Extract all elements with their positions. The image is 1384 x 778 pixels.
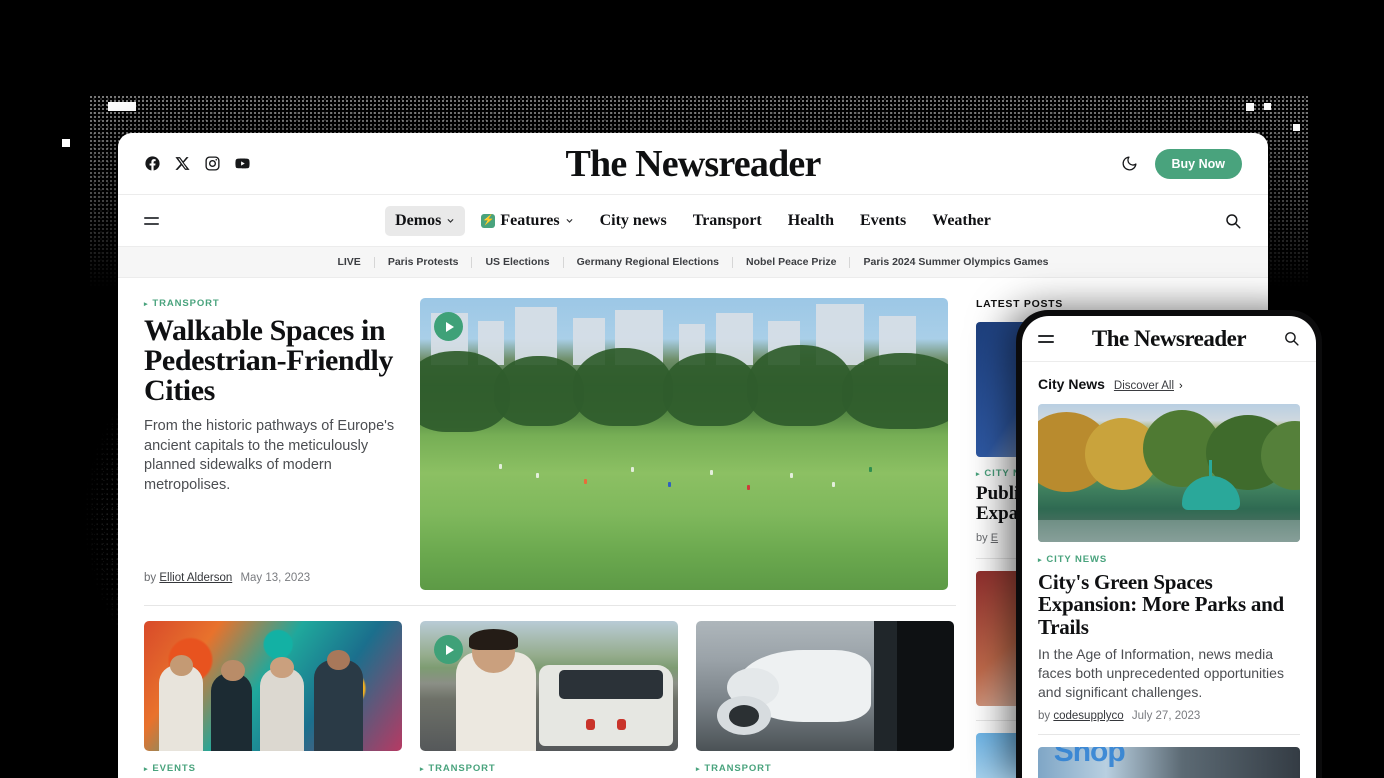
author-link[interactable]: Elliot Alderson [159,572,232,584]
bolt-icon: ⚡ [481,213,496,228]
publish-date: May 13, 2023 [240,572,311,584]
phone-header: The Newsreader [1022,316,1316,362]
author-link[interactable]: codesupplyco [1053,710,1123,722]
nav-item-demos[interactable]: Demos [385,205,466,236]
author-link[interactable]: E [991,532,998,544]
phone-article-title[interactable]: City's Green Spaces Expansion: More Park… [1038,571,1300,639]
card-image[interactable] [144,621,402,751]
hero-text: Transport Walkable Spaces in Pedestrian-… [144,298,402,590]
card-category[interactable]: Transport [696,763,954,774]
noise-block [1246,103,1254,111]
nav-item-events[interactable]: Events [850,206,916,236]
article-card[interactable]: Transport Cities Tackling Traffic [696,621,954,778]
search-icon[interactable] [1224,212,1242,230]
nav-item-transport[interactable]: Transport [683,206,772,236]
phone-mockup: The Newsreader City News Discover All › [1016,310,1322,778]
nav-item-health[interactable]: Health [778,206,844,236]
by-prefix: by [976,531,988,544]
phone-article-category[interactable]: City News [1038,554,1300,565]
phone-section-row: City News Discover All › [1038,376,1300,392]
hero-title[interactable]: Walkable Spaces in Pedestrian-Friendly C… [144,316,402,406]
nav-item-features[interactable]: ⚡ Features [471,206,583,236]
hero-article: Transport Walkable Spaces in Pedestrian-… [144,298,956,590]
chevron-right-icon: › [1179,380,1183,392]
card-image[interactable] [696,621,954,751]
phone-article-image[interactable] [1038,404,1300,542]
card-image[interactable] [420,621,678,751]
site-logo: The Newsreader [565,142,821,185]
hero-image[interactable] [420,298,948,590]
decorative-text: Shop [1053,747,1126,769]
phone-screen: The Newsreader City News Discover All › [1022,316,1316,778]
hamburger-icon[interactable] [144,216,159,225]
publish-date: July 27, 2023 [1131,710,1201,723]
nav-label: Demos [395,211,442,229]
by-prefix: by [144,572,157,584]
main-navbar: Demos ⚡ Features City news Transport Hea… [118,195,1268,247]
by-prefix: by [1038,710,1051,723]
news-ticker: LIVE Paris Protests US Elections Germany… [118,247,1268,278]
instagram-icon[interactable] [204,155,221,172]
hero-excerpt: From the historic pathways of Europe's a… [144,418,395,494]
phone-logo: The Newsreader [1091,325,1247,351]
nav-label: Features [500,211,560,229]
site-topbar: The Newsreader Buy Now [118,133,1268,195]
phone-article-excerpt: In the Age of Information, news media fa… [1038,646,1284,700]
phone-article-byline: by codesupplyco July 27, 2023 [1038,710,1300,722]
phone-next-article-image[interactable]: Shop [1038,747,1300,778]
card-category[interactable]: Events [144,763,402,774]
moon-icon[interactable] [1121,155,1138,172]
sidebar-heading: Latest Posts [976,298,1063,310]
nav-item-city-news[interactable]: City news [590,206,677,236]
article-card-row: Events New Gadgets This Weekend [144,606,956,778]
youtube-icon[interactable] [234,155,251,172]
play-icon[interactable] [434,635,463,664]
ticker-item[interactable]: Paris 2024 Summer Olympics Games [850,256,1061,268]
ticker-item[interactable]: Paris Protests [375,256,472,268]
main-column: Transport Walkable Spaces in Pedestrian-… [144,298,956,778]
card-category[interactable]: Transport [420,763,678,774]
phone-section-label: City News [1038,376,1105,392]
discover-all-link[interactable]: Discover All [1114,380,1174,392]
search-icon[interactable] [1283,330,1300,347]
primary-nav: Demos ⚡ Features City news Transport Hea… [118,205,1268,236]
social-links [144,155,251,172]
ticker-item[interactable]: Germany Regional Elections [564,256,732,268]
article-card[interactable]: Transport Autonomous Vehicles: The [420,621,678,778]
facebook-icon[interactable] [144,155,161,172]
noise-block [1293,124,1300,131]
ticker-item-live[interactable]: LIVE [324,256,373,268]
buy-now-button[interactable]: Buy Now [1154,148,1242,179]
noise-block [62,139,70,147]
screenshot-root: The Newsreader Buy Now Demos ⚡ Features … [0,0,1384,778]
phone-content: City News Discover All › City News City'… [1022,362,1316,778]
chevron-down-icon [447,218,454,223]
hero-byline: by Elliot Alderson May 13, 2023 [144,572,402,590]
chevron-down-icon [566,218,573,223]
article-card[interactable]: Events New Gadgets This Weekend [144,621,402,778]
nav-item-weather[interactable]: Weather [922,206,1001,236]
play-icon[interactable] [434,312,463,341]
ticker-item[interactable]: Nobel Peace Prize [733,256,849,268]
noise-block [1264,103,1271,110]
hamburger-icon[interactable] [1038,334,1054,343]
topbar-actions: Buy Now [1121,148,1242,179]
ticker-item[interactable]: US Elections [472,256,562,268]
divider [1038,734,1300,736]
x-icon[interactable] [174,155,191,172]
hero-category[interactable]: Transport [144,298,402,309]
noise-block [108,102,136,111]
